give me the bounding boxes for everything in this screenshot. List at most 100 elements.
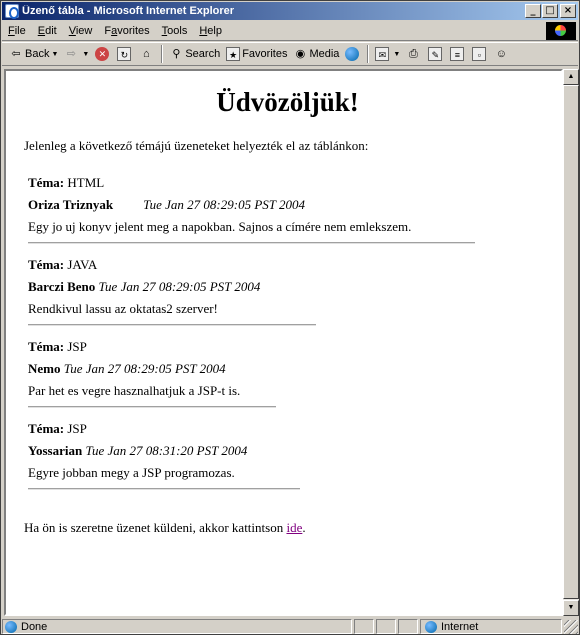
menu-help[interactable]: Help — [193, 25, 228, 37]
discuss-icon: ≡ — [450, 47, 465, 61]
media-button[interactable]: ◉ Media — [290, 47, 342, 61]
message-divider — [28, 324, 316, 326]
toolbar-separator — [367, 45, 370, 63]
message-author: Oriza Triznyak — [28, 197, 114, 212]
minimize-button[interactable]: _ — [525, 4, 541, 18]
media-icon: ◉ — [295, 48, 306, 60]
intro-text: Jelenleg a következő témájú üzeneteket h… — [24, 138, 369, 153]
search-icon: ⚲ — [172, 48, 181, 60]
ie-app-icon[interactable] — [5, 4, 19, 19]
mail-button[interactable]: ✉ ▼ — [372, 47, 403, 61]
topic-line: Téma: HTML — [28, 175, 105, 190]
stop-button[interactable]: ✕ — [92, 47, 114, 61]
home-button[interactable]: ⌂ — [136, 47, 158, 61]
standard-toolbar: ⇦ Back ▼ ⇨ ▼ ✕ ↻ ⌂ ⚲ Search ★ Favorites … — [2, 42, 578, 66]
menu-edit[interactable]: Edit — [32, 25, 63, 37]
scroll-down-button[interactable]: ▼ — [563, 600, 579, 616]
menu-file[interactable]: File — [2, 25, 32, 37]
status-panel — [354, 619, 374, 634]
message-date: Tue Jan 27 08:29:05 PST 2004 — [63, 361, 226, 376]
refresh-button[interactable]: ↻ — [114, 47, 136, 61]
message-divider — [28, 488, 300, 490]
message-text: Rendkivul lassu az oktatas2 szerver! — [28, 301, 218, 316]
menu-view[interactable]: View — [63, 25, 99, 37]
message-entry: Téma: JAVA Barczi Beno Tue Jan 27 08:29:… — [28, 254, 551, 326]
message-divider — [28, 406, 276, 408]
favorites-icon: ★ — [226, 47, 241, 61]
stop-icon: ✕ — [95, 47, 110, 61]
favorites-button[interactable]: ★ Favorites — [223, 47, 290, 61]
author-line: Barczi Beno Tue Jan 27 08:29:05 PST 2004 — [28, 276, 551, 298]
forward-button[interactable]: ⇨ ▼ — [61, 47, 92, 61]
scroll-thumb[interactable] — [563, 85, 579, 599]
scroll-up-button[interactable]: ▲ — [563, 69, 579, 85]
refresh-icon: ↻ — [117, 47, 132, 61]
forward-arrow-icon: ⇨ — [66, 48, 77, 60]
title-bar[interactable]: Üzenő tábla - Microsoft Internet Explore… — [2, 2, 578, 20]
message-text: Egyre jobban megy a JSP programozas. — [28, 465, 235, 480]
message-entry: Téma: HTML Oriza Triznyak Tue Jan 27 08:2… — [28, 172, 551, 244]
history-icon — [345, 47, 360, 61]
topic-line: Téma: JSP — [28, 339, 87, 354]
menu-tools[interactable]: Tools — [156, 25, 194, 37]
edit-icon: ✎ — [428, 47, 443, 61]
message-date: Tue Jan 27 08:31:20 PST 2004 — [85, 443, 248, 458]
topic-value: JAVA — [67, 257, 98, 272]
send-message-link[interactable]: ide — [286, 520, 302, 535]
toolbar-separator — [161, 45, 164, 63]
discuss-button[interactable]: ≡ — [447, 47, 469, 61]
footer-note: Ha ön is szeretne üzenet küldeni, akkor … — [24, 520, 306, 535]
dropdown-arrow-icon: ▼ — [51, 50, 59, 58]
menu-favorites[interactable]: Favorites — [98, 25, 155, 37]
status-main-panel: Done — [2, 619, 352, 634]
window-controls: _ □ × — [524, 4, 576, 18]
page-viewport[interactable]: Üdvözöljük! Jelenleg a következő témájú … — [4, 69, 563, 616]
status-text: Done — [21, 620, 48, 633]
author-line: Oriza Triznyak Tue Jan 27 08:29:05 PST 20… — [28, 194, 551, 216]
messenger-button[interactable]: ☺ — [491, 47, 513, 61]
back-arrow-icon: ⇦ — [11, 48, 21, 60]
page-heading: Üdvözöljük! — [216, 87, 359, 117]
message-author: Barczi Beno — [28, 279, 96, 294]
message-date: Tue Jan 27 08:29:05 PST 2004 — [98, 279, 261, 294]
author-line: Yossarian Tue Jan 27 08:31:20 PST 2004 — [28, 440, 551, 462]
maximize-button[interactable]: □ — [542, 4, 558, 18]
window-title: Üzenő tábla - Microsoft Internet Explore… — [22, 5, 235, 17]
edit-button[interactable]: ✎ — [425, 47, 447, 61]
topic-value: JSP — [67, 339, 87, 354]
status-bar: Done Internet — [2, 618, 578, 635]
page-content: Üdvözöljük! Jelenleg a következő témájú … — [6, 71, 561, 536]
windows-logo-icon — [546, 21, 576, 40]
page-done-icon — [5, 620, 17, 633]
topic-value: JSP — [67, 421, 87, 436]
message-entry: Téma: JSP Yossarian Tue Jan 27 08:31:20 … — [28, 418, 551, 490]
internet-zone-icon — [425, 620, 437, 633]
message-date: Tue Jan 27 08:29:05 PST 2004 — [143, 197, 306, 212]
message-entry: Téma: JSP Nemo Tue Jan 27 08:29:05 PST 2… — [28, 336, 551, 408]
message-author: Nemo — [28, 361, 61, 376]
search-button[interactable]: ⚲ Search — [166, 47, 223, 61]
browser-window: Üzenő tábla - Microsoft Internet Explore… — [0, 0, 580, 635]
dropdown-arrow-icon: ▼ — [82, 50, 90, 58]
topic-value: HTML — [67, 175, 105, 190]
vertical-scrollbar[interactable]: ▲ ▼ — [563, 69, 579, 616]
status-panel — [398, 619, 418, 634]
close-button[interactable]: × — [560, 4, 576, 18]
topic-line: Téma: JSP — [28, 421, 87, 436]
research-icon: ▫ — [472, 47, 487, 61]
message-divider — [28, 242, 475, 244]
author-line: Nemo Tue Jan 27 08:29:05 PST 2004 — [28, 358, 551, 380]
back-button[interactable]: ⇦ Back ▼ — [6, 47, 61, 61]
history-button[interactable] — [342, 47, 364, 61]
message-author: Yossarian — [28, 443, 83, 458]
home-icon: ⌂ — [143, 48, 150, 60]
message-text: Par het es vegre hasznalhatjuk a JSP-t i… — [28, 383, 241, 398]
security-zone-panel: Internet — [420, 619, 562, 634]
resize-grip[interactable] — [564, 619, 578, 634]
message-text: Egy jo uj konyv jelent meg a napokban. S… — [28, 219, 412, 234]
research-button[interactable]: ▫ — [469, 47, 491, 61]
print-button[interactable]: ⎙ — [403, 47, 425, 61]
dropdown-arrow-icon: ▼ — [393, 50, 401, 58]
menu-bar: File Edit View Favorites Tools Help — [2, 21, 578, 41]
mail-icon: ✉ — [375, 47, 390, 61]
